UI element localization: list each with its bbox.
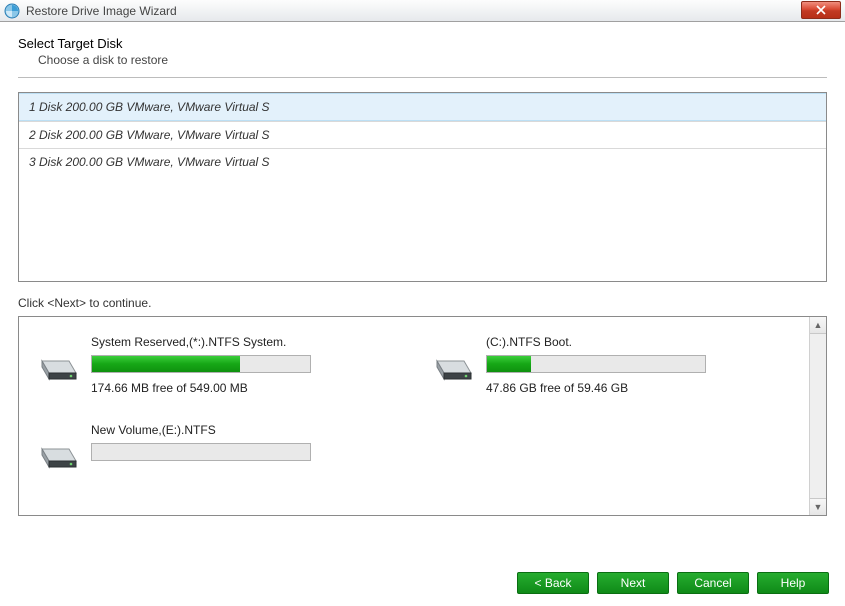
content-area: Select Target Disk Choose a disk to rest…	[0, 22, 845, 516]
disk-list-row[interactable]: 3 Disk 200.00 GB VMware, VMware Virtual …	[19, 148, 826, 175]
disk-list-row[interactable]: 2 Disk 200.00 GB VMware, VMware Virtual …	[19, 121, 826, 148]
page-subtitle: Choose a disk to restore	[38, 53, 827, 67]
partition-label: (C:).NTFS Boot.	[486, 335, 789, 349]
partition-label: New Volume,(E:).NTFS	[91, 423, 394, 437]
cancel-button[interactable]: Cancel	[677, 572, 749, 594]
partition-panel: System Reserved,(*:).NTFS System. 174.66 …	[18, 316, 827, 516]
disk-list-row[interactable]: 1 Disk 200.00 GB VMware, VMware Virtual …	[19, 93, 826, 121]
partition-item: New Volume,(E:).NTFS	[39, 423, 394, 471]
titlebar: Restore Drive Image Wizard	[0, 0, 845, 22]
partition-free-text: 47.86 GB free of 59.46 GB	[486, 381, 789, 395]
partition-item: System Reserved,(*:).NTFS System. 174.66 …	[39, 335, 394, 395]
scroll-up-button[interactable]: ▲	[810, 317, 826, 334]
next-button[interactable]: Next	[597, 572, 669, 594]
close-button[interactable]	[801, 1, 841, 19]
scrollbar[interactable]: ▲ ▼	[809, 317, 826, 515]
disk-icon	[434, 351, 474, 383]
partition-item: (C:).NTFS Boot. 47.86 GB free of 59.46 GB	[434, 335, 789, 395]
partition-usage-bar	[91, 355, 311, 373]
partition-label: System Reserved,(*:).NTFS System.	[91, 335, 394, 349]
partition-free-text: 174.66 MB free of 549.00 MB	[91, 381, 394, 395]
help-button[interactable]: Help	[757, 572, 829, 594]
scroll-down-button[interactable]: ▼	[810, 498, 826, 515]
disk-icon	[39, 351, 79, 383]
partition-usage-bar	[486, 355, 706, 373]
page-title: Select Target Disk	[18, 36, 827, 51]
disk-listbox[interactable]: 1 Disk 200.00 GB VMware, VMware Virtual …	[18, 92, 827, 282]
divider	[18, 77, 827, 78]
partition-usage-bar	[91, 443, 311, 461]
app-icon	[4, 3, 20, 19]
window-title: Restore Drive Image Wizard	[26, 4, 177, 18]
continue-label: Click <Next> to continue.	[18, 296, 827, 310]
disk-icon	[39, 439, 79, 471]
footer-buttons: < Back Next Cancel Help	[517, 572, 829, 594]
back-button[interactable]: < Back	[517, 572, 589, 594]
